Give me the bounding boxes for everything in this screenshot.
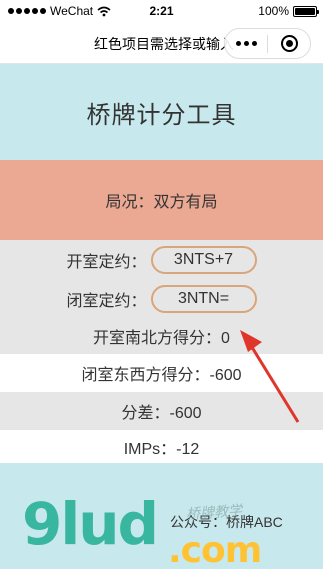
- open-room-label: 开室定约：: [66, 254, 147, 271]
- open-ns-score-row: 开室南北方得分：0: [0, 318, 323, 354]
- battery-percent: 100%: [258, 4, 289, 18]
- close-button[interactable]: [268, 29, 310, 58]
- open-room-contract-input[interactable]: 3NTS+7: [150, 246, 257, 274]
- closed-room-row: 闭室定约： 3NTN=: [0, 280, 323, 318]
- vulnerability-selector[interactable]: 局况：双方有局: [0, 160, 323, 240]
- closed-room-label: 闭室定约：: [66, 293, 147, 310]
- difference-row: 分差：-600: [0, 392, 323, 430]
- closed-room-contract-input[interactable]: 3NTN=: [150, 285, 257, 313]
- status-bar: WeChat 2:21 100%: [0, 0, 323, 22]
- miniprogram-capsule: [224, 28, 311, 59]
- open-room-row: 开室定约： 3NTS+7: [0, 240, 323, 280]
- vulnerability-label: 局况：双方有局: [105, 194, 218, 211]
- nav-bar: 红色项目需选择或输入: [0, 22, 323, 64]
- nav-title: 红色项目需选择或输入: [94, 36, 234, 52]
- imps-value: IMPs：-12: [123, 440, 200, 458]
- page-title: 桥牌计分工具: [86, 101, 237, 129]
- score-difference: 分差：-600: [121, 405, 202, 422]
- more-icon: [235, 41, 241, 46]
- header-block: 桥牌计分工具: [0, 64, 323, 160]
- watermark-logo: 9lud: [22, 490, 159, 558]
- open-ns-score: 开室南北方得分：0: [93, 330, 230, 347]
- imps-row: IMPs：-12: [0, 430, 323, 463]
- closed-ew-score-row: 闭室东西方得分：-600: [0, 354, 323, 392]
- watermark-script: 桥牌教学: [185, 502, 243, 522]
- battery-icon: [293, 5, 319, 17]
- closed-ew-score: 闭室东西方得分：-600: [81, 367, 242, 384]
- watermark-logo-text: 9lud: [22, 490, 159, 558]
- more-button[interactable]: [225, 29, 267, 58]
- close-icon: [280, 35, 298, 52]
- battery-group: 100%: [258, 4, 319, 18]
- watermark-domain: .com: [168, 530, 262, 569]
